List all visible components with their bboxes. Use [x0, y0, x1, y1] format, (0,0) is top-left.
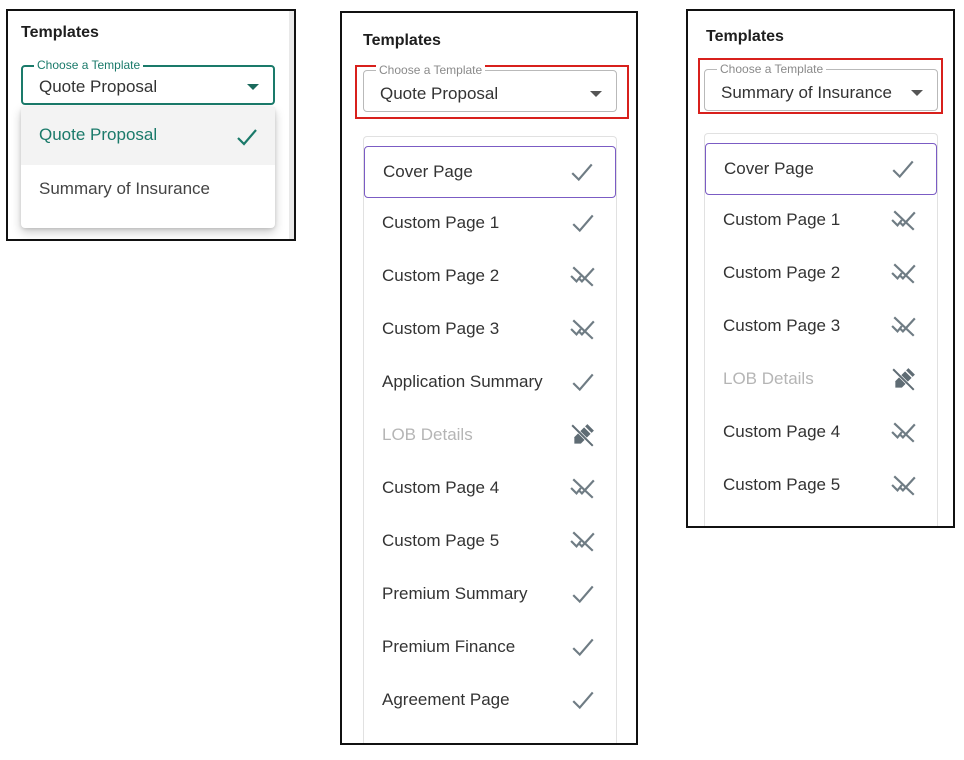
panel-title: Templates	[363, 32, 441, 49]
page-item-label: Premium Finance	[382, 637, 516, 656]
double-check-disabled-icon[interactable]	[891, 260, 917, 286]
double-check-disabled-icon[interactable]	[891, 207, 917, 233]
check-icon[interactable]	[570, 634, 596, 660]
page-item-lob-details[interactable]: LOB Details	[705, 354, 937, 407]
template-select-legend: Choose a Template	[717, 62, 827, 76]
page-list: Cover Page Custom Page 1 Custom Page 2 C…	[363, 136, 617, 743]
double-check-disabled-icon[interactable]	[570, 475, 596, 501]
double-check-disabled-icon[interactable]	[891, 313, 917, 339]
page-item-label: Agreement Page	[382, 690, 510, 709]
template-panel-quote-proposal: Templates Choose a Template Quote Propos…	[340, 11, 638, 745]
page-item-label: LOB Details	[723, 369, 814, 388]
template-select-value: Quote Proposal	[39, 77, 158, 96]
template-select-legend: Choose a Template	[34, 58, 144, 72]
template-select-value: Summary of Insurance	[721, 83, 893, 102]
double-check-disabled-icon[interactable]	[570, 528, 596, 554]
check-icon[interactable]	[570, 369, 596, 395]
check-icon[interactable]	[570, 210, 596, 236]
template-panel-summary-of-insurance: Templates Choose a Template Summary of I…	[686, 9, 955, 528]
page-item-custom-page-5[interactable]: Custom Page 5	[705, 460, 937, 513]
dropdown-option-summary-of-insurance[interactable]: Summary of Insurance	[21, 171, 275, 229]
double-check-disabled-icon[interactable]	[570, 316, 596, 342]
page-item-premium-finance[interactable]: Premium Finance	[364, 622, 616, 675]
page-item-label: Custom Page 4	[382, 478, 500, 497]
template-select[interactable]: Choose a Template Quote Proposal	[363, 63, 617, 112]
template-dropdown-menu: Quote Proposal Summary of Insurance	[21, 107, 275, 228]
page-item-custom-page-3[interactable]: Custom Page 3	[364, 304, 616, 357]
page-item-label: Custom Page 1	[382, 213, 500, 232]
page-item-label: Custom Page 5	[723, 475, 841, 494]
check-icon	[237, 129, 257, 146]
edit-off-icon[interactable]	[891, 366, 917, 392]
page-item-custom-page-1[interactable]: Custom Page 1	[705, 195, 937, 248]
page-item-label: Custom Page 4	[723, 422, 841, 441]
page-item-label: Premium Summary	[382, 584, 528, 603]
edit-off-icon[interactable]	[570, 422, 596, 448]
template-select[interactable]: Choose a Template Summary of Insurance	[704, 62, 938, 111]
caret-down-icon[interactable]	[247, 84, 259, 90]
page-list: Cover Page Custom Page 1 Custom Page 2 C…	[704, 133, 938, 526]
option-label: Summary of Insurance	[39, 179, 211, 198]
page-item-label: Cover Page	[383, 162, 473, 181]
double-check-disabled-icon[interactable]	[891, 472, 917, 498]
page-item-premium-summary[interactable]: Premium Summary	[364, 569, 616, 622]
page-item-agreement-page[interactable]: Agreement Page	[364, 675, 616, 728]
page-item-custom-page-1[interactable]: Custom Page 1	[364, 198, 616, 251]
page-item-label: Cover Page	[724, 159, 814, 178]
check-icon[interactable]	[570, 581, 596, 607]
option-label: Quote Proposal	[39, 125, 158, 144]
page-item-custom-page-2[interactable]: Custom Page 2	[705, 248, 937, 301]
panel-scroll-edge	[289, 11, 294, 239]
page-item-custom-page-2[interactable]: Custom Page 2	[364, 251, 616, 304]
page-item-custom-page-4[interactable]: Custom Page 4	[705, 407, 937, 460]
page-item-custom-page-5[interactable]: Custom Page 5	[364, 516, 616, 569]
page-item-label: Custom Page 5	[382, 531, 500, 550]
page-item-label: Custom Page 2	[382, 266, 500, 285]
page-item-label: Custom Page 2	[723, 263, 841, 282]
page-item-label: Application Summary	[382, 372, 543, 391]
page-item-label: Custom Page 1	[723, 210, 841, 229]
page-item-cover-page[interactable]: Cover Page	[364, 146, 616, 198]
template-select-legend: Choose a Template	[376, 63, 486, 77]
double-check-disabled-icon[interactable]	[570, 263, 596, 289]
template-select-value: Quote Proposal	[380, 84, 499, 103]
panel-title: Templates	[21, 24, 99, 41]
panel-title: Templates	[706, 28, 784, 45]
page-item-cover-page[interactable]: Cover Page	[705, 143, 937, 195]
check-icon[interactable]	[890, 156, 916, 182]
page-item-custom-page-4[interactable]: Custom Page 4	[364, 463, 616, 516]
check-icon[interactable]	[569, 159, 595, 185]
check-icon[interactable]	[570, 687, 596, 713]
caret-down-icon[interactable]	[911, 90, 923, 96]
page-item-lob-details[interactable]: LOB Details	[364, 410, 616, 463]
page-item-label: Custom Page 3	[382, 319, 500, 338]
caret-down-icon[interactable]	[590, 91, 602, 97]
template-select[interactable]: Choose a Template Quote Proposal	[21, 58, 275, 105]
page-item-application-summary[interactable]: Application Summary	[364, 357, 616, 410]
page-item-label: LOB Details	[382, 425, 473, 444]
template-panel-dropdown-open: Templates Choose a Template Quote Propos…	[6, 9, 296, 241]
page-item-custom-page-3[interactable]: Custom Page 3	[705, 301, 937, 354]
dropdown-option-quote-proposal[interactable]: Quote Proposal	[21, 107, 275, 165]
double-check-disabled-icon[interactable]	[891, 419, 917, 445]
page-item-label: Custom Page 3	[723, 316, 841, 335]
